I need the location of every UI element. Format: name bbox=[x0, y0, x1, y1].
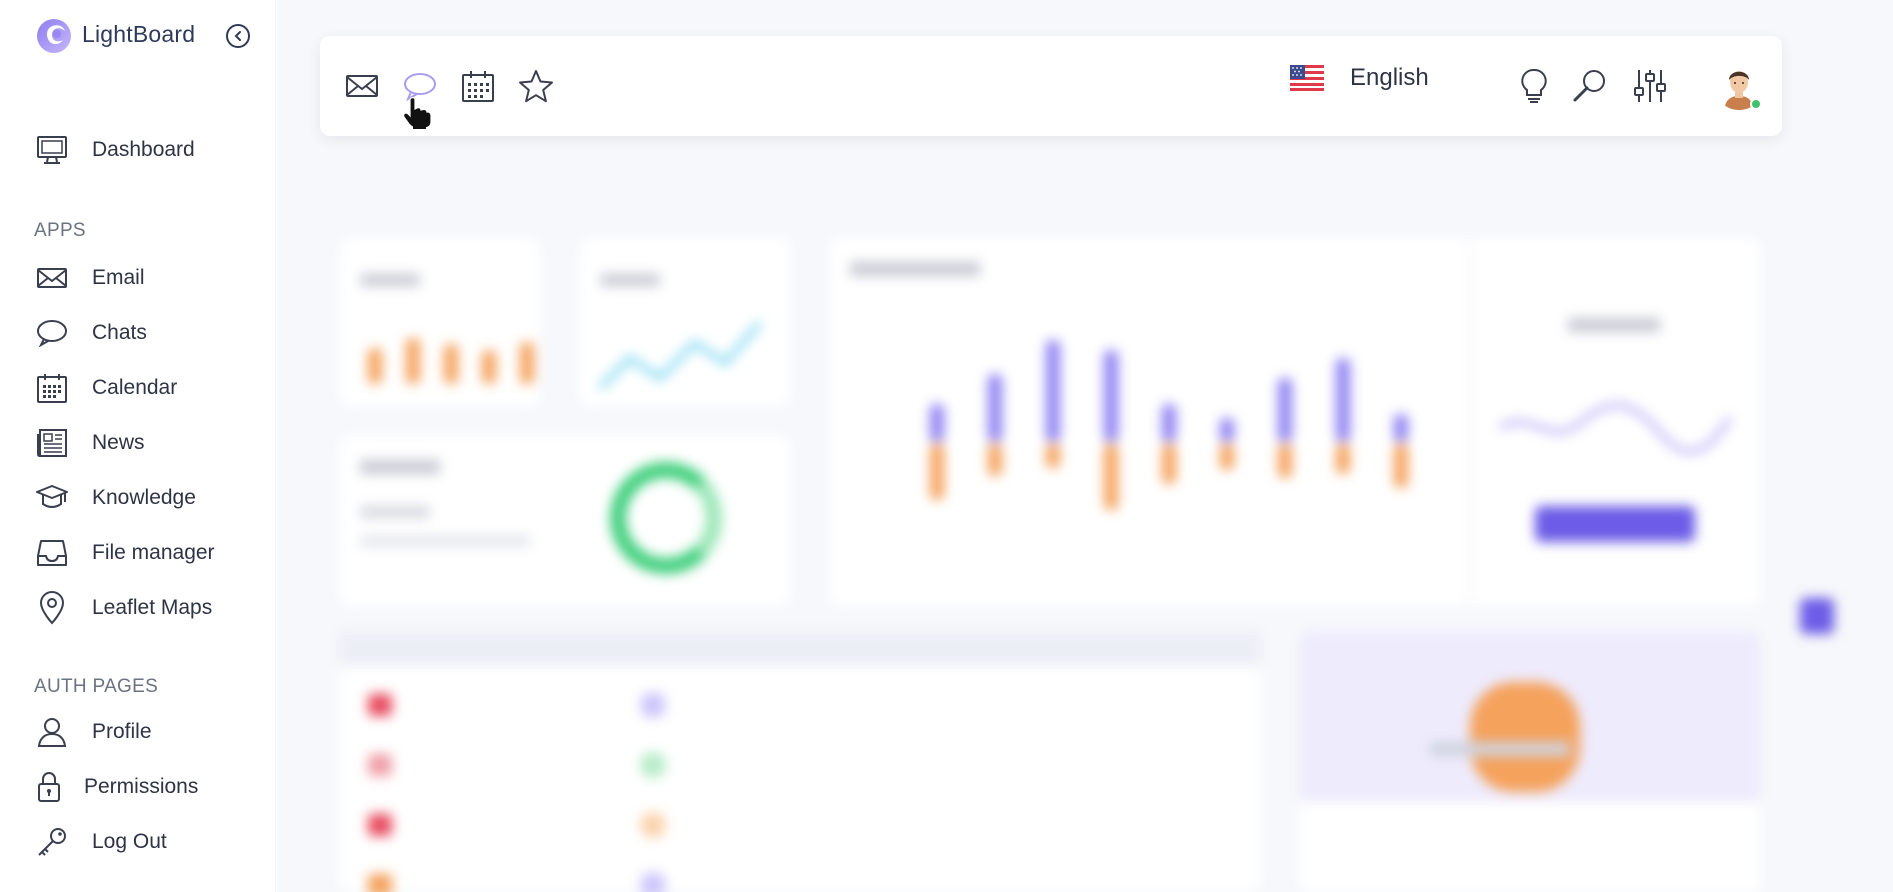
section-title-auth-pages: AUTH PAGES bbox=[34, 676, 159, 697]
sidebar-item-label: Email bbox=[92, 266, 145, 289]
language-label: English bbox=[1350, 64, 1429, 91]
lock-icon bbox=[36, 771, 62, 803]
map-pin-icon bbox=[36, 591, 68, 625]
topbar-calendar-button[interactable] bbox=[458, 66, 498, 106]
sidebar-item-label: Profile bbox=[92, 720, 152, 743]
sidebar: LightBoard Dashboard APPS Email Chats Ca… bbox=[0, 0, 276, 892]
orders-card bbox=[340, 238, 540, 406]
topbar-theme-button[interactable] bbox=[1514, 66, 1554, 106]
user-icon bbox=[36, 716, 68, 748]
hand-pointer-cursor-icon bbox=[403, 97, 432, 129]
brand[interactable]: LightBoard bbox=[34, 14, 195, 54]
topbar-favorites-button[interactable] bbox=[516, 66, 556, 106]
sidebar-item-profile[interactable]: Profile bbox=[36, 712, 152, 752]
topbar-email-button[interactable] bbox=[342, 66, 382, 106]
earnings-card bbox=[340, 436, 790, 606]
calendar-icon bbox=[36, 372, 68, 404]
topbar-search-button[interactable] bbox=[1570, 66, 1610, 106]
sidebar-item-file-manager[interactable]: File manager bbox=[36, 533, 215, 573]
lightbulb-icon bbox=[1521, 68, 1547, 103]
brand-name: LightBoard bbox=[82, 20, 196, 47]
blurred-dashboard-content bbox=[290, 222, 1834, 892]
online-status-dot bbox=[1750, 98, 1762, 110]
star-icon bbox=[519, 70, 553, 103]
brand-logo-icon bbox=[37, 19, 71, 53]
sidebar-item-label: Dashboard bbox=[92, 138, 195, 161]
sidebar-item-label: Calendar bbox=[92, 376, 178, 399]
sidebar-item-label: Log Out bbox=[92, 830, 167, 853]
top-bar: English bbox=[320, 36, 1782, 136]
sidebar-item-email[interactable]: Email bbox=[36, 258, 145, 298]
chat-bubble-icon bbox=[36, 317, 68, 349]
sliders-icon bbox=[1634, 70, 1666, 102]
sidebar-item-label: Knowledge bbox=[92, 486, 196, 509]
sidebar-item-label: Leaflet Maps bbox=[92, 596, 213, 619]
sidebar-item-label: Permissions bbox=[84, 775, 199, 798]
sidebar-item-chats[interactable]: Chats bbox=[36, 313, 147, 353]
sidebar-item-label: Chats bbox=[92, 321, 147, 344]
sidebar-item-log-out[interactable]: Log Out bbox=[36, 822, 167, 862]
sidebar-item-knowledge[interactable]: Knowledge bbox=[36, 478, 196, 518]
sidebar-item-news[interactable]: News bbox=[36, 423, 145, 463]
envelope-icon bbox=[36, 262, 68, 294]
topbar-settings-button[interactable] bbox=[1630, 66, 1670, 106]
revenue-report-card bbox=[830, 238, 1760, 606]
inbox-tray-icon bbox=[36, 537, 68, 569]
sidebar-item-label: News bbox=[92, 431, 145, 454]
us-flag-icon bbox=[1290, 65, 1324, 91]
search-icon bbox=[1573, 70, 1605, 102]
section-title-apps: APPS bbox=[34, 220, 86, 241]
profit-card bbox=[580, 238, 790, 406]
meetup-card bbox=[1300, 632, 1760, 892]
sidebar-item-calendar[interactable]: Calendar bbox=[36, 368, 177, 408]
sidebar-item-permissions[interactable]: Permissions bbox=[36, 767, 198, 807]
sidebar-item-leaflet-maps[interactable]: Leaflet Maps bbox=[36, 588, 212, 628]
graduation-cap-icon bbox=[36, 482, 68, 514]
sales-table-card bbox=[340, 632, 1260, 892]
envelope-icon bbox=[346, 75, 378, 97]
monitor-icon bbox=[36, 134, 68, 166]
sidebar-item-dashboard[interactable]: Dashboard bbox=[36, 130, 195, 170]
newspaper-icon bbox=[36, 427, 68, 459]
key-icon bbox=[36, 826, 68, 858]
calendar-icon bbox=[462, 71, 494, 102]
sidebar-item-label: File manager bbox=[92, 541, 215, 564]
chevron-left-icon bbox=[234, 31, 241, 41]
collapse-sidebar-button[interactable] bbox=[226, 24, 250, 48]
language-selector[interactable]: English bbox=[1290, 64, 1429, 92]
